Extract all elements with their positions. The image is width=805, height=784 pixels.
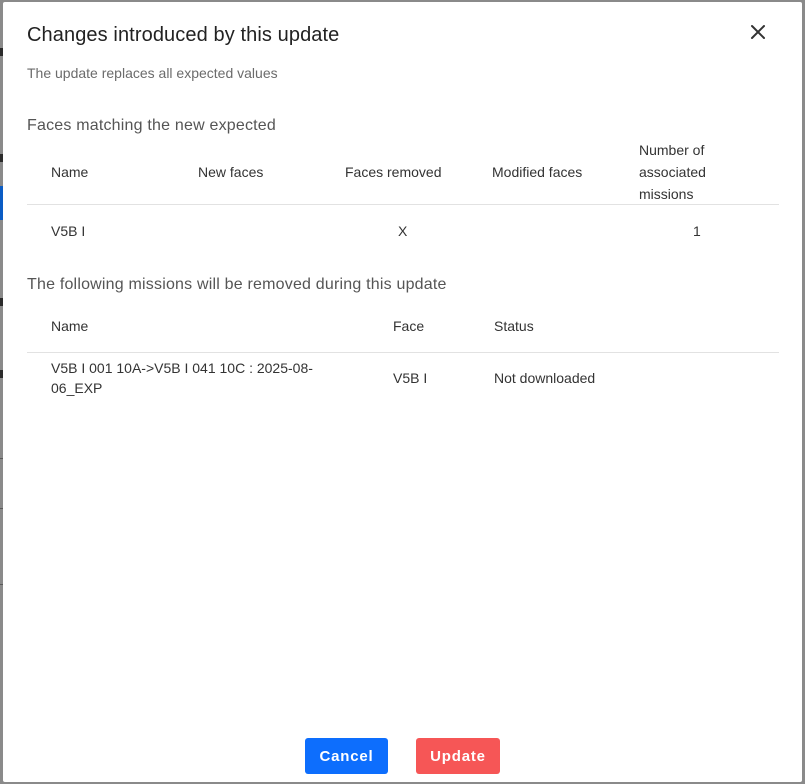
- cell-faces-removed: X: [398, 223, 408, 239]
- column-header-missions-line2: associated: [639, 164, 706, 180]
- column-header-name: Name: [51, 318, 89, 334]
- cell-mission-face: V5B I: [393, 370, 428, 386]
- close-icon: [751, 25, 765, 39]
- column-header-missions-line1: Number of: [639, 142, 705, 158]
- column-header-faces-removed: Faces removed: [345, 164, 442, 180]
- table-divider: [27, 352, 779, 353]
- dialog-subtitle: The update replaces all expected values: [27, 65, 278, 81]
- faces-table: Name New faces Faces removed Modified fa…: [27, 134, 779, 254]
- column-header-name: Name: [51, 164, 89, 180]
- update-button[interactable]: Update: [416, 738, 500, 774]
- dialog-title: Changes introduced by this update: [27, 24, 340, 46]
- column-header-status: Status: [494, 318, 534, 334]
- cell-missions-count: 1: [693, 223, 701, 239]
- faces-section-title: Faces matching the new expected: [27, 117, 277, 134]
- column-header-modified-faces: Modified faces: [492, 164, 583, 180]
- column-header-face: Face: [393, 318, 425, 334]
- cell-mission-name-line2: 06_EXP: [51, 380, 103, 396]
- missions-table: Name Face Status V5B I 001 10A->V5B I 04…: [27, 302, 779, 402]
- close-button[interactable]: [746, 20, 770, 44]
- missions-section-title: The following missions will be removed d…: [27, 276, 447, 293]
- cell-mission-status: Not downloaded: [494, 370, 596, 386]
- cell-mission-name-line1: V5B I 001 10A->V5B I 041 10C : 2025-08-: [51, 360, 313, 376]
- update-changes-dialog: Changes introduced by this update The up…: [3, 2, 802, 782]
- column-header-missions-line3: missions: [639, 186, 694, 202]
- column-header-new-faces: New faces: [198, 164, 264, 180]
- cell-name: V5B I: [51, 223, 86, 239]
- cancel-button[interactable]: Cancel: [305, 738, 388, 774]
- table-divider: [27, 204, 779, 205]
